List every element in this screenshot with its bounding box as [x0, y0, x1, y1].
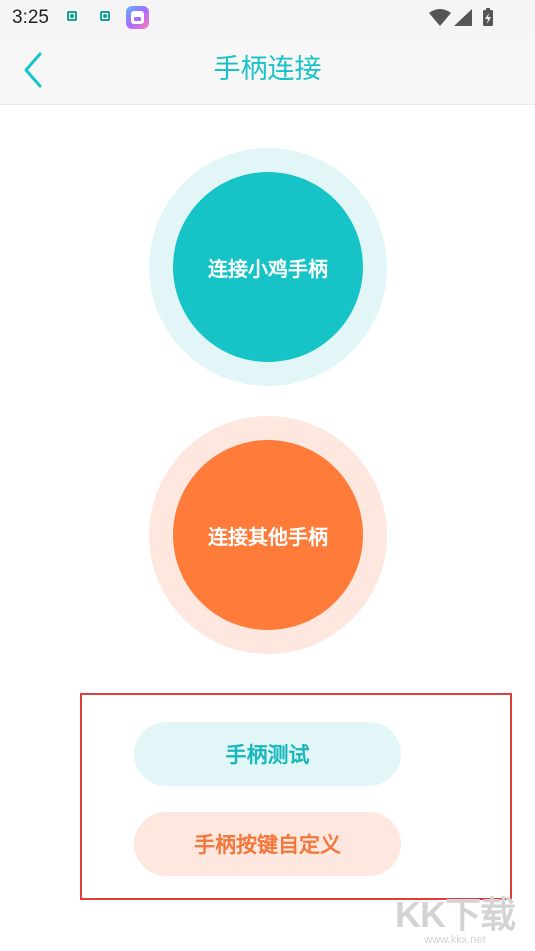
status-bar: 3:25 [0, 0, 535, 36]
controller-test-button[interactable]: 手柄测试 [134, 722, 401, 786]
wifi-icon [429, 9, 451, 26]
chevron-left-icon [24, 52, 42, 88]
connect-other-ring: 连接其他手柄 [149, 416, 387, 654]
page-title: 手柄连接 [213, 54, 322, 85]
watermark-logo: KK下载 [395, 894, 516, 935]
status-icons [429, 8, 493, 26]
battery-charging-icon [483, 8, 493, 26]
connect-xiaoji-ring: 连接小鸡手柄 [149, 148, 387, 386]
watermark-url: www.kkx.net [424, 934, 486, 946]
watermark: KK下载 www.kkx.net [395, 894, 516, 947]
notification-icon [100, 11, 110, 21]
status-time: 3:25 [12, 7, 49, 28]
connect-other-button[interactable]: 连接其他手柄 [173, 440, 363, 630]
notification-icon [67, 11, 77, 21]
key-customize-button[interactable]: 手柄按键自定义 [134, 812, 401, 876]
connect-xiaoji-button[interactable]: 连接小鸡手柄 [173, 172, 363, 362]
back-button[interactable] [14, 50, 54, 90]
app-icon [126, 6, 149, 29]
key-customize-label: 手柄按键自定义 [194, 833, 341, 857]
signal-icon [454, 9, 472, 26]
connect-other-label: 连接其他手柄 [208, 524, 328, 549]
connect-xiaoji-label: 连接小鸡手柄 [208, 256, 328, 281]
app-header: 手柄连接 [0, 36, 535, 105]
controller-test-label: 手柄测试 [225, 743, 310, 767]
